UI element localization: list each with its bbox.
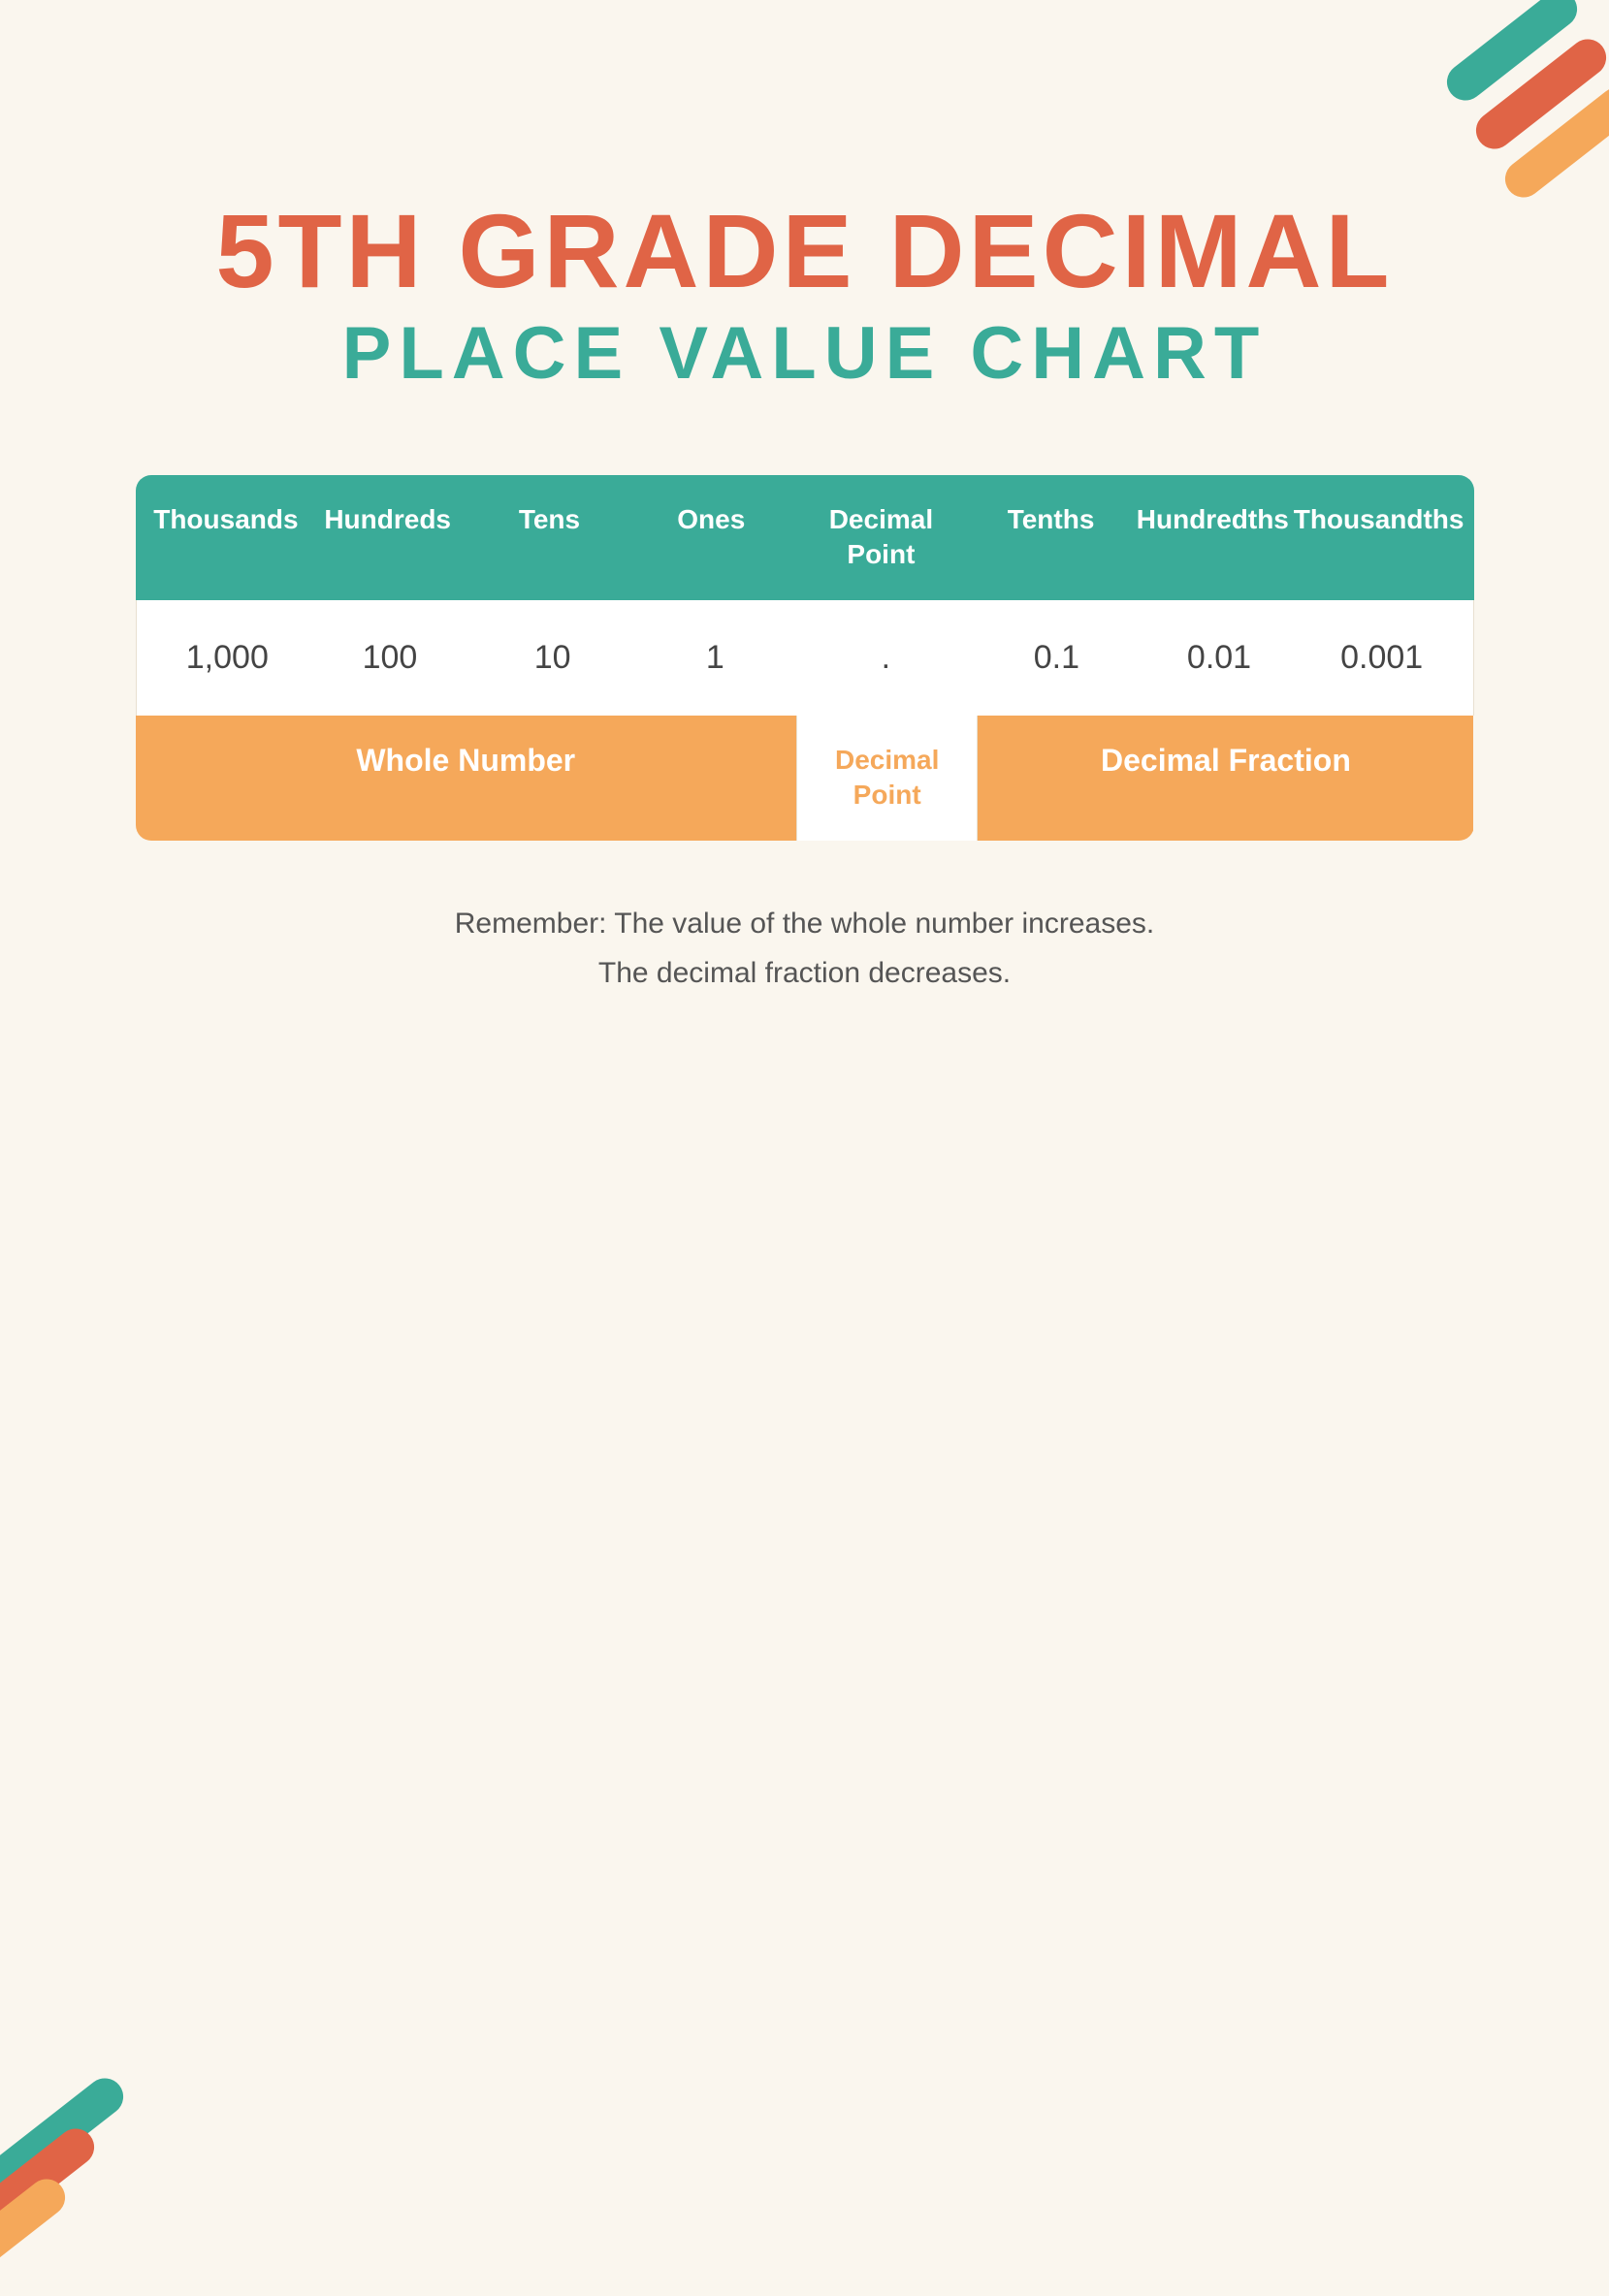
title-block: 5TH GRADE DECIMAL PLACE VALUE CHART: [215, 194, 1393, 398]
value-ones: 1: [633, 639, 796, 677]
note-line2: The decimal fraction decreases.: [455, 948, 1154, 998]
label-whole-number: Whole Number: [136, 716, 796, 841]
table-header-row: Thousands Hundreds Tens Ones DecimalPoin…: [136, 475, 1474, 600]
header-ones: Ones: [630, 502, 792, 573]
title-line1: 5TH GRADE DECIMAL: [215, 194, 1393, 309]
header-hundredths: Hundredths: [1132, 502, 1294, 573]
main-content: 5TH GRADE DECIMAL PLACE VALUE CHART Thou…: [0, 0, 1609, 2268]
value-hundreds: 100: [308, 639, 471, 677]
header-hundreds: Hundreds: [306, 502, 468, 573]
note-text: Remember: The value of the whole number …: [455, 899, 1154, 998]
table-labels-row: Whole Number DecimalPoint Decimal Fracti…: [136, 716, 1474, 841]
header-tens: Tens: [468, 502, 630, 573]
title-line2: PLACE VALUE CHART: [215, 309, 1393, 398]
header-thousands: Thousands: [145, 502, 307, 573]
value-thousands: 1,000: [146, 639, 309, 677]
header-decimal-point: DecimalPoint: [792, 502, 970, 573]
label-decimal-fraction: Decimal Fraction: [978, 716, 1473, 841]
value-decimal-point: .: [796, 639, 975, 677]
place-value-table: Thousands Hundreds Tens Ones DecimalPoin…: [136, 475, 1474, 841]
header-tenths: Tenths: [970, 502, 1132, 573]
value-hundredths: 0.01: [1138, 639, 1301, 677]
value-thousandths: 0.001: [1301, 639, 1464, 677]
note-line1: Remember: The value of the whole number …: [455, 899, 1154, 948]
value-tens: 10: [471, 639, 634, 677]
value-tenths: 0.1: [976, 639, 1139, 677]
table-values-row: 1,000 100 10 1 . 0.1 0.01 0.001: [136, 600, 1474, 716]
header-thousandths: Thousandths: [1294, 502, 1464, 573]
label-decimal-point: DecimalPoint: [796, 716, 978, 841]
